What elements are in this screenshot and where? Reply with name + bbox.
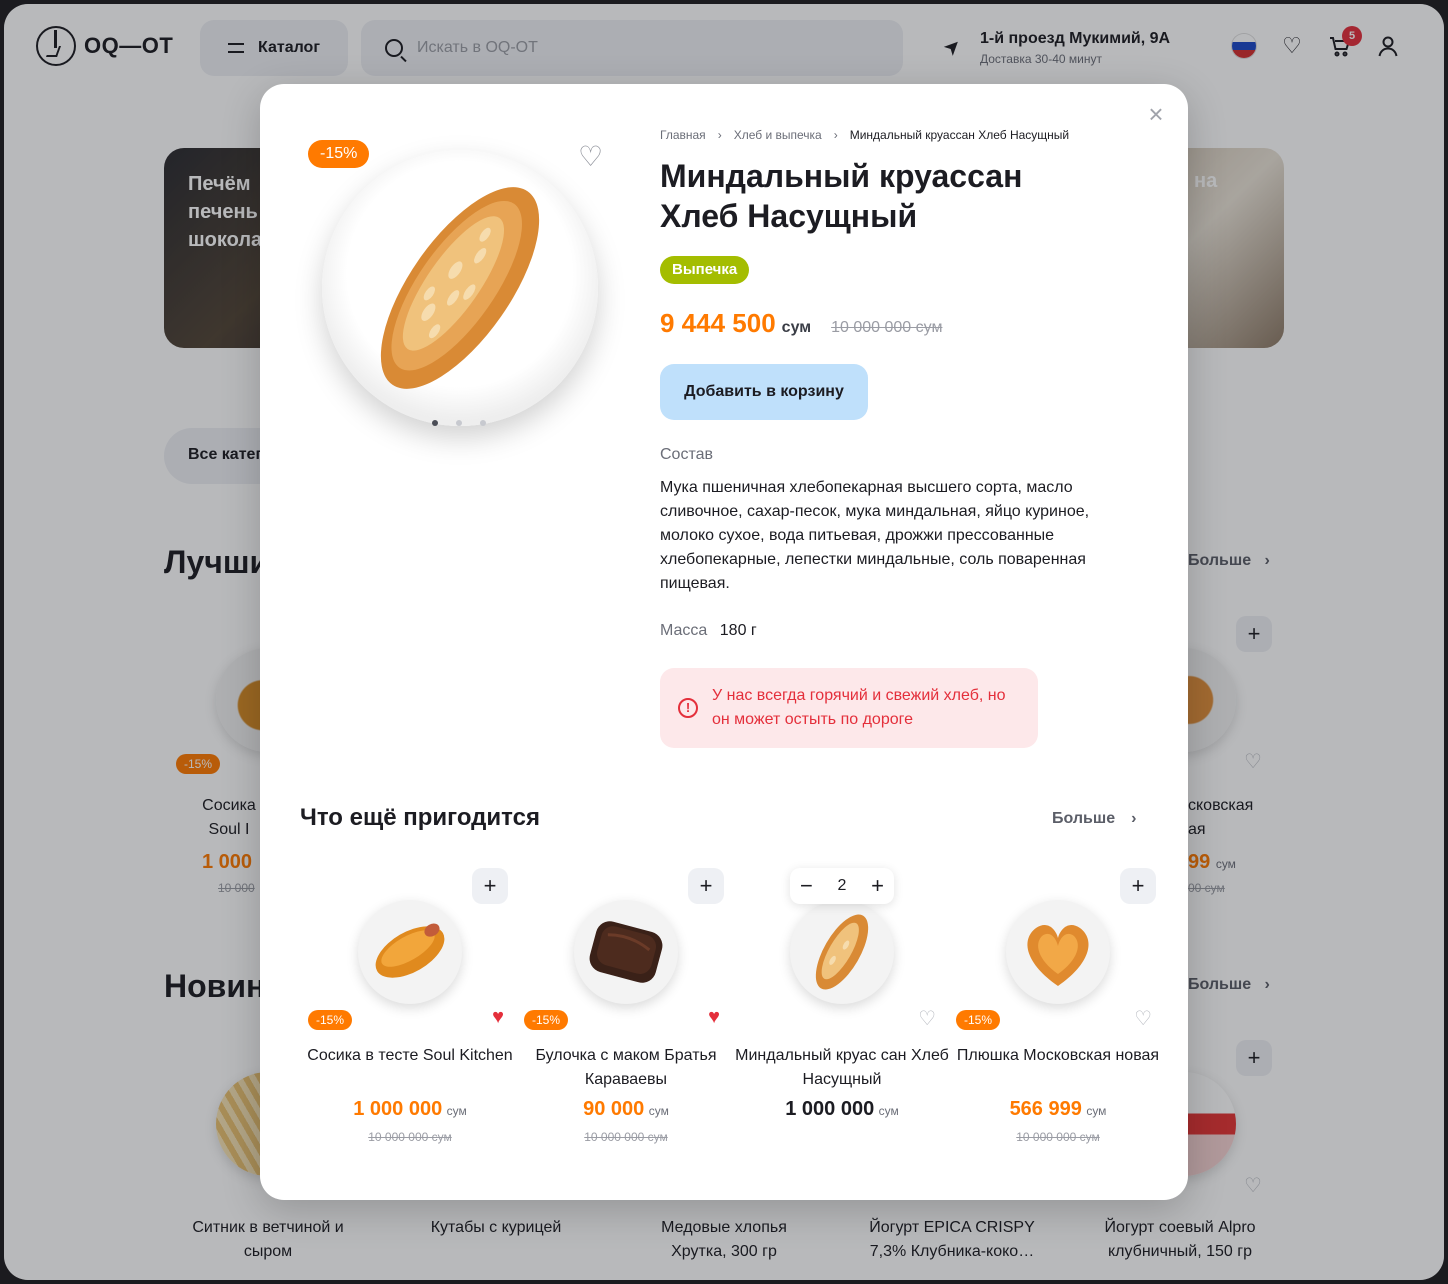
gallery-dot[interactable]: [432, 420, 438, 426]
breadcrumb-category[interactable]: Хлеб и выпечка: [734, 128, 822, 142]
recommend-more-link[interactable]: Больше ›: [1052, 810, 1136, 828]
product-price: 566 999 сум: [950, 1098, 1166, 1121]
heart-filled-icon[interactable]: ♥: [492, 1006, 504, 1029]
product-card[interactable]: − 2 + ♡ Миндальный круас сан Хлеб Насущн…: [734, 868, 950, 1168]
composition-label: Состав: [660, 446, 713, 463]
price-value: 566 999: [1009, 1098, 1082, 1120]
category-tag: Выпечка: [660, 256, 750, 284]
gallery-dot[interactable]: [456, 420, 462, 426]
quantity-value: 2: [837, 877, 847, 894]
product-name: Сосика в тесте Soul Kitchen: [307, 1047, 513, 1064]
croissant-image: [380, 187, 540, 389]
price-value: 9 444 500: [660, 308, 776, 338]
recommend-title: Что ещё пригодится: [300, 804, 540, 831]
heart-filled-icon[interactable]: ♥: [708, 1006, 720, 1029]
add-plus-icon[interactable]: +: [1120, 868, 1156, 904]
mass-label: Масса: [660, 622, 708, 639]
mass-value: 180 г: [719, 622, 757, 639]
old-price: 10 000 000 сум: [368, 1130, 452, 1144]
heart-icon[interactable]: ♡: [1134, 1006, 1152, 1031]
add-plus-icon[interactable]: +: [472, 868, 508, 904]
alert-icon: !: [678, 698, 698, 718]
currency: сум: [878, 1104, 899, 1118]
chevron-right-icon: ›: [717, 128, 722, 142]
product-name: Миндальный круас сан Хлеб Насущный: [735, 1047, 949, 1088]
add-to-cart-button[interactable]: Добавить в корзину: [660, 364, 868, 420]
gallery-dots: [432, 420, 486, 426]
price-value: 90 000: [583, 1098, 645, 1120]
currency: сум: [1086, 1104, 1107, 1118]
discount-badge: -15%: [956, 1010, 1001, 1030]
product-image[interactable]: [1006, 900, 1110, 1004]
discount-badge: -15%: [308, 1010, 353, 1030]
old-price: 10 000 000 сум: [831, 319, 943, 336]
gallery-dot[interactable]: [480, 420, 486, 426]
product-hero-image[interactable]: [322, 150, 598, 426]
plus-icon[interactable]: +: [871, 875, 884, 897]
product-name: Плюшка Московская новая: [956, 1047, 1160, 1064]
more-label: Больше: [1052, 810, 1116, 827]
heart-icon[interactable]: ♡: [578, 140, 603, 173]
close-icon[interactable]: ×: [1142, 100, 1170, 128]
product-price: 90 000 сум: [518, 1098, 734, 1121]
chevron-right-icon: ›: [1131, 810, 1137, 827]
mass-row: Масса 180 г: [660, 622, 757, 640]
product-price: 1 000 000 сум: [734, 1098, 950, 1121]
composition-text: Мука пшеничная хлебопекарная высшего сор…: [660, 479, 1090, 592]
currency: сум: [781, 319, 812, 336]
breadcrumb-home[interactable]: Главная: [660, 128, 706, 142]
product-image[interactable]: [358, 900, 462, 1004]
add-plus-icon[interactable]: +: [688, 868, 724, 904]
product-card[interactable]: + -15% ♥ Булочка с маком Братья Караваев…: [518, 868, 734, 1168]
breadcrumb: Главная › Хлеб и выпечка › Миндальный кр…: [660, 128, 1069, 142]
fresh-bread-notice: ! У нас всегда горячий и свежий хлеб, но…: [660, 668, 1038, 748]
product-price: 1 000 000 сум: [302, 1098, 518, 1121]
notice-text: У нас всегда горячий и свежий хлеб, но о…: [712, 687, 1006, 728]
product-card[interactable]: + -15% ♥ Сосика в тесте Soul Kitchen 1 0…: [302, 868, 518, 1168]
old-price: 10 000 000 сум: [1016, 1130, 1100, 1144]
breadcrumb-current: Миндальный круассан Хлеб Насущный: [849, 128, 1070, 142]
discount-badge: -15%: [524, 1010, 569, 1030]
product-name: Булочка с маком Братья Караваевы: [535, 1047, 717, 1088]
heart-icon[interactable]: ♡: [918, 1006, 936, 1031]
minus-icon[interactable]: −: [800, 875, 813, 897]
product-title: Миндальный круассан Хлеб Насущный: [660, 158, 1023, 234]
product-modal: × -15% ♡ Главная › Хлеб и выпечка › Минд…: [260, 84, 1188, 1200]
product-price: 9 444 500 сум 10 000 000 сум: [660, 308, 942, 339]
currency: сум: [446, 1104, 467, 1118]
currency: сум: [648, 1104, 669, 1118]
app-frame: OQ—OT Каталог Искать в OQ-OT ➤ 1-й проез…: [4, 4, 1444, 1280]
product-image[interactable]: [574, 900, 678, 1004]
chevron-right-icon: ›: [833, 128, 838, 142]
quantity-stepper[interactable]: − 2 +: [790, 868, 894, 904]
old-price: 10 000 000 сум: [584, 1130, 668, 1144]
product-card[interactable]: + -15% ♡ Плюшка Московская новая 566 999…: [950, 868, 1166, 1168]
price-value: 1 000 000: [785, 1098, 875, 1120]
product-image[interactable]: [790, 900, 894, 1004]
discount-badge: -15%: [308, 140, 370, 168]
price-value: 1 000 000: [353, 1098, 443, 1120]
